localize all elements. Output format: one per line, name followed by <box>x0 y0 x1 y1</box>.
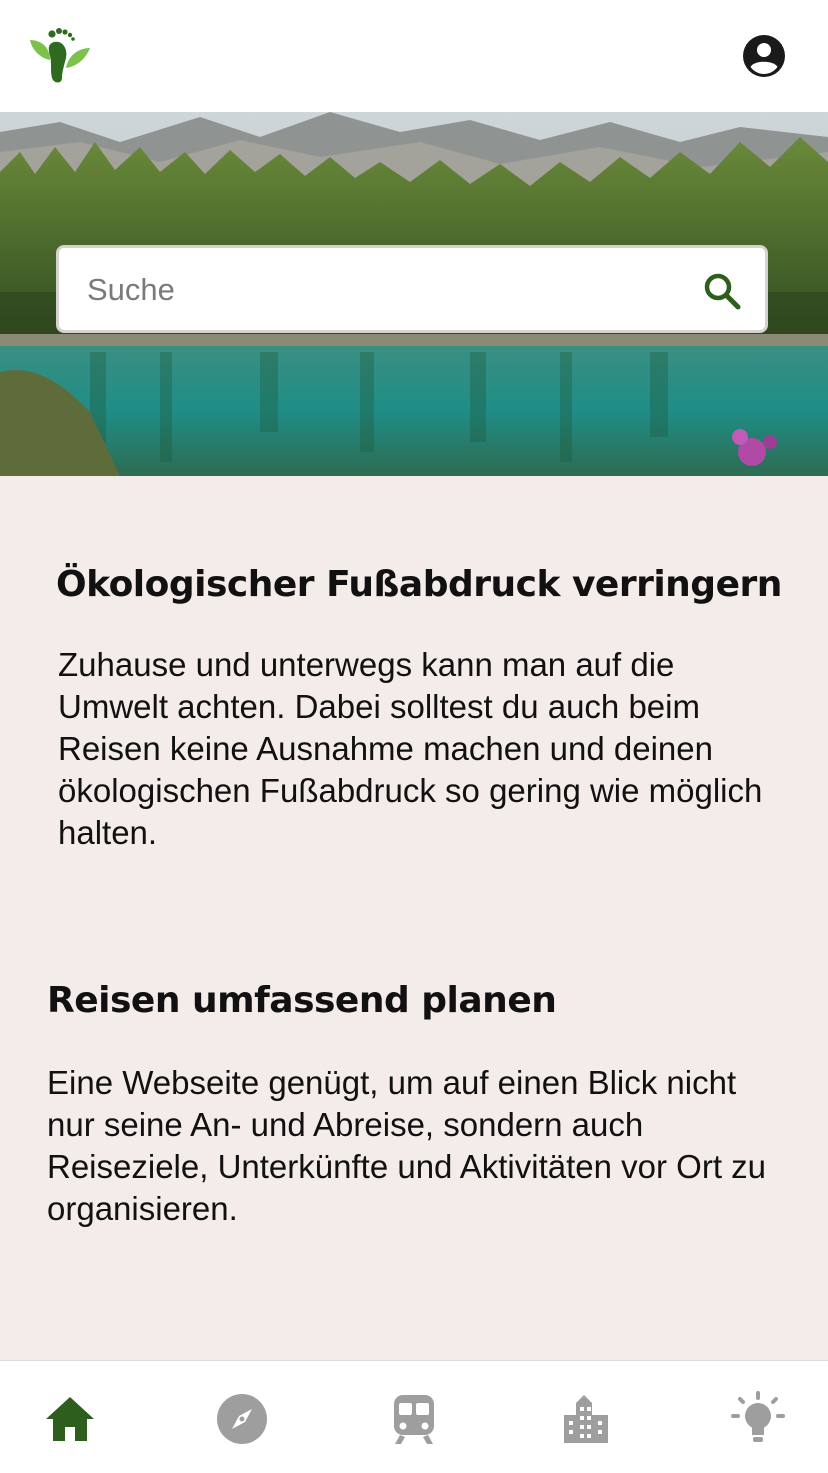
bottom-navigation <box>0 1360 828 1473</box>
nav-home[interactable] <box>42 1391 98 1447</box>
search-box <box>56 245 768 333</box>
search-icon[interactable] <box>701 270 743 312</box>
nav-accommodation[interactable] <box>558 1391 614 1447</box>
footprint-leaf-logo[interactable] <box>28 26 92 86</box>
building-icon <box>564 1395 608 1443</box>
main-content: Ökologischer Fußabdruck verringern Zuhau… <box>0 476 828 1360</box>
lightbulb-icon <box>731 1391 785 1442</box>
train-icon <box>394 1395 434 1444</box>
compass-icon <box>217 1394 267 1444</box>
section-title-footprint: Ökologischer Fußabdruck verringern <box>56 564 782 605</box>
account-circle-icon[interactable] <box>742 34 786 78</box>
section-text-footprint: Zuhause und unterwegs kann man auf die U… <box>58 646 763 851</box>
nav-explore[interactable] <box>214 1391 270 1447</box>
search-input[interactable] <box>85 248 689 332</box>
section-title-planning: Reisen umfassend planen <box>47 980 557 1021</box>
nav-tips[interactable] <box>730 1391 786 1447</box>
nav-transport[interactable] <box>386 1391 442 1447</box>
top-app-bar <box>0 0 828 112</box>
home-icon <box>46 1397 94 1441</box>
section-text-planning: Eine Webseite genügt, um auf einen Blick… <box>47 1064 767 1227</box>
